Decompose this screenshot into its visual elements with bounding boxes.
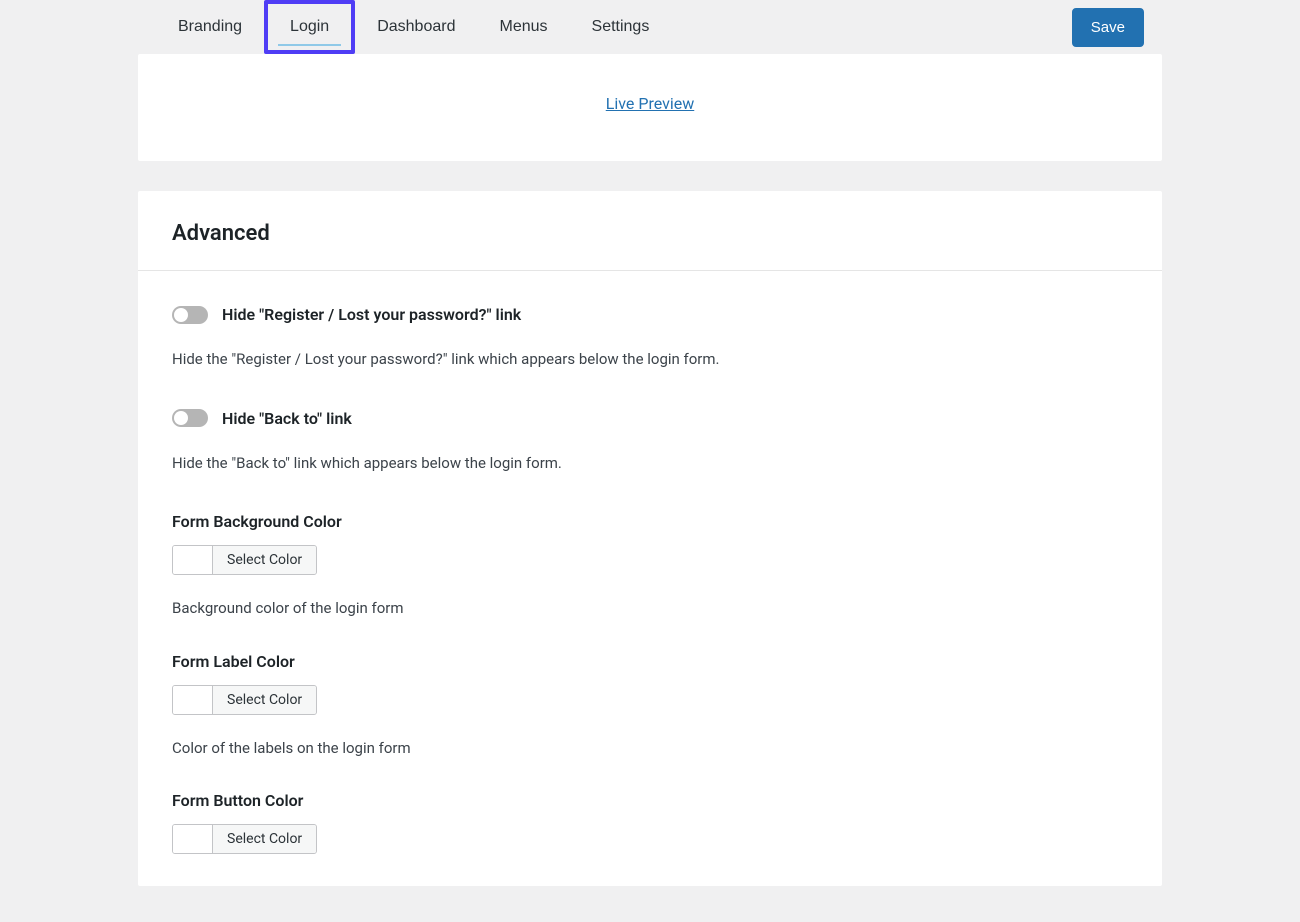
live-preview-link[interactable]: Live Preview <box>606 94 695 113</box>
form-button-color-label: Form Button Color <box>172 791 1128 810</box>
hide-register-toggle[interactable] <box>172 306 208 324</box>
tab-login[interactable]: Login <box>264 0 355 54</box>
form-background-color-picker[interactable]: Select Color <box>172 545 317 575</box>
section-title: Advanced <box>172 221 1128 246</box>
tab-settings[interactable]: Settings <box>570 0 672 54</box>
hide-backto-setting: Hide "Back to" link Hide the "Back to" l… <box>172 409 1128 475</box>
tab-dashboard[interactable]: Dashboard <box>355 0 477 54</box>
preview-panel: Live Preview <box>138 54 1162 161</box>
form-label-color-label: Form Label Color <box>172 652 1128 671</box>
hide-backto-toggle[interactable] <box>172 409 208 427</box>
form-label-color-description: Color of the labels on the login form <box>172 737 1128 760</box>
hide-backto-description: Hide the "Back to" link which appears be… <box>172 452 1128 475</box>
form-background-color-button-label: Select Color <box>213 546 316 574</box>
tabs-bar: Branding Login Dashboard Menus Settings … <box>138 0 1162 54</box>
form-button-color-button-label: Select Color <box>213 825 316 853</box>
tab-menus[interactable]: Menus <box>477 0 569 54</box>
panel-header: Advanced <box>138 191 1162 271</box>
tabs-list: Branding Login Dashboard Menus Settings <box>156 0 671 54</box>
form-label-color-swatch <box>173 686 213 714</box>
form-button-color-setting: Form Button Color Select Color <box>172 791 1128 876</box>
hide-register-label: Hide "Register / Lost your password?" li… <box>222 305 521 324</box>
form-background-color-swatch <box>173 546 213 574</box>
hide-register-setting: Hide "Register / Lost your password?" li… <box>172 305 1128 371</box>
advanced-panel: Advanced Hide "Register / Lost your pass… <box>138 191 1162 886</box>
form-background-color-label: Form Background Color <box>172 512 1128 531</box>
hide-backto-label: Hide "Back to" link <box>222 409 352 428</box>
form-background-color-description: Background color of the login form <box>172 597 1128 620</box>
tab-branding[interactable]: Branding <box>156 0 264 54</box>
form-label-color-picker[interactable]: Select Color <box>172 685 317 715</box>
form-background-color-setting: Form Background Color Select Color Backg… <box>172 512 1128 620</box>
form-button-color-picker[interactable]: Select Color <box>172 824 317 854</box>
form-label-color-setting: Form Label Color Select Color Color of t… <box>172 652 1128 760</box>
form-label-color-button-label: Select Color <box>213 686 316 714</box>
hide-register-description: Hide the "Register / Lost your password?… <box>172 348 1128 371</box>
save-button[interactable]: Save <box>1072 8 1144 47</box>
form-button-color-swatch <box>173 825 213 853</box>
panel-body: Hide "Register / Lost your password?" li… <box>138 271 1162 886</box>
